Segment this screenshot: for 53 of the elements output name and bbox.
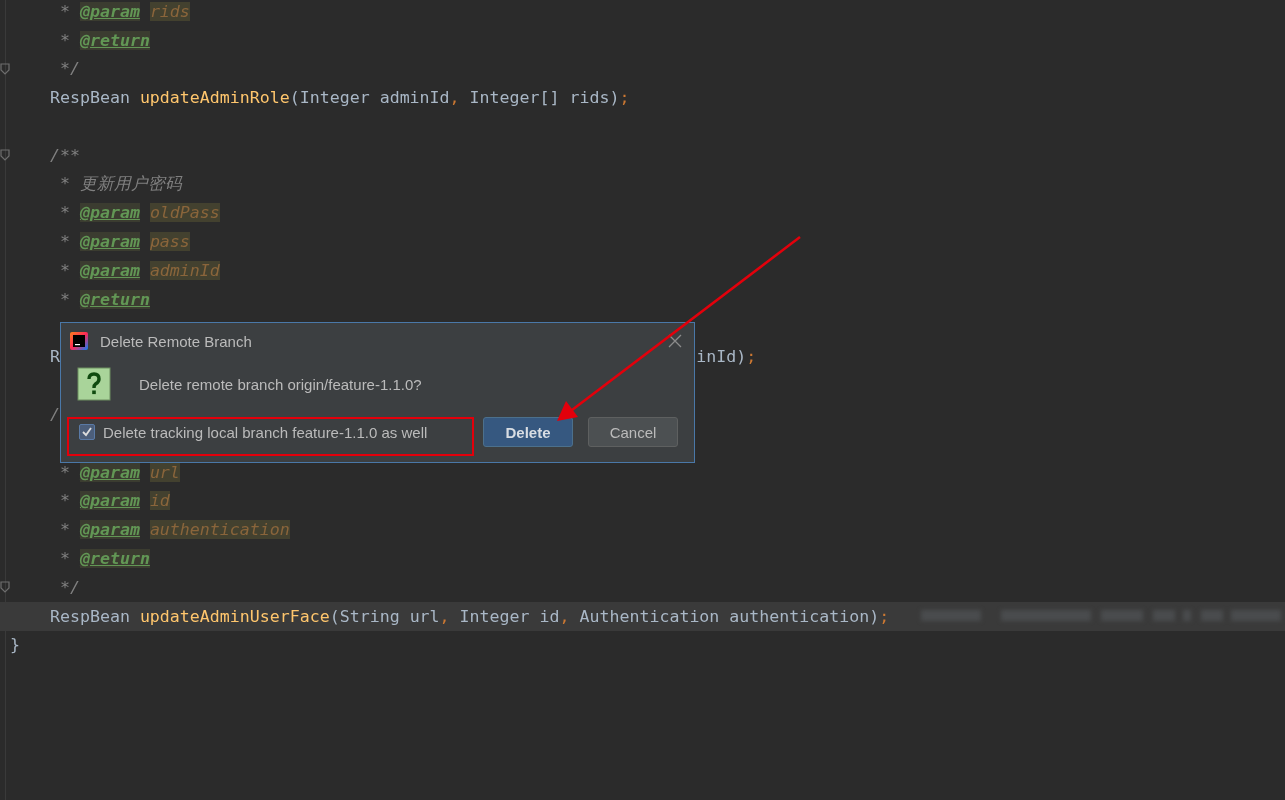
code-text: Integer id [459,606,560,626]
javadoc-tag: @param [79,261,140,281]
comment-text: * [58,30,71,50]
code-text: inId) [696,347,747,367]
comment-text: / [49,405,60,425]
param-name: oldPass [149,203,220,223]
javadoc-tag: @param [79,232,140,252]
code-text: RespBean [49,606,131,626]
comment-text: * [58,1,71,21]
punctuation: ; [619,88,630,108]
comment-text: /** [49,145,80,165]
dialog-title: Delete Remote Branch [100,332,253,350]
cancel-button[interactable]: Cancel [588,417,678,447]
dialog-message: Delete remote branch origin/feature-1.1.0? [139,375,422,393]
comment-text: * [58,261,71,281]
code-text: (String url [329,606,440,626]
comment-text: */ [58,577,80,597]
delete-button[interactable]: Delete [483,417,573,447]
javadoc-tag: @param [79,491,140,511]
method-name: updateAdminUserFace [139,606,330,626]
comment-text: * [58,203,71,223]
punctuation: ; [746,347,757,367]
code-text: Integer[] rids) [469,88,620,108]
param-name: id [149,491,170,511]
javadoc-tag: @param [79,520,140,540]
punctuation: , [449,88,461,108]
param-name: adminId [149,261,220,281]
javadoc-tag: @param [79,203,140,223]
javadoc-tag: @param [79,1,140,21]
code-text: (Integer adminId [289,88,450,108]
javadoc-tag: @return [79,549,150,569]
code-text: } [10,635,20,655]
comment-text: * [58,289,71,309]
javadoc-tag: @return [79,289,150,309]
param-name: pass [149,232,190,252]
comment-text: * 更新用户密码 [58,174,182,194]
code-text: RespBean [49,88,131,108]
method-name: updateAdminRole [139,88,290,108]
punctuation: ; [879,606,890,626]
comment-text: * [58,232,71,252]
code-text: Authentication authentication) [579,606,880,626]
punctuation: , [439,606,451,626]
comment-text: */ [58,59,80,79]
param-name: authentication [149,520,290,540]
param-name: rids [149,1,190,21]
javadoc-tag: @return [79,30,150,50]
comment-text: * [58,520,71,540]
comment-text: * [58,549,71,569]
tracking-checkbox[interactable]: Delete tracking local branch feature-1.1.0 as well [79,423,428,441]
punctuation: , [559,606,571,626]
code-text: R [49,347,60,367]
comment-text: * [58,462,71,482]
comment-text: * [58,491,71,511]
